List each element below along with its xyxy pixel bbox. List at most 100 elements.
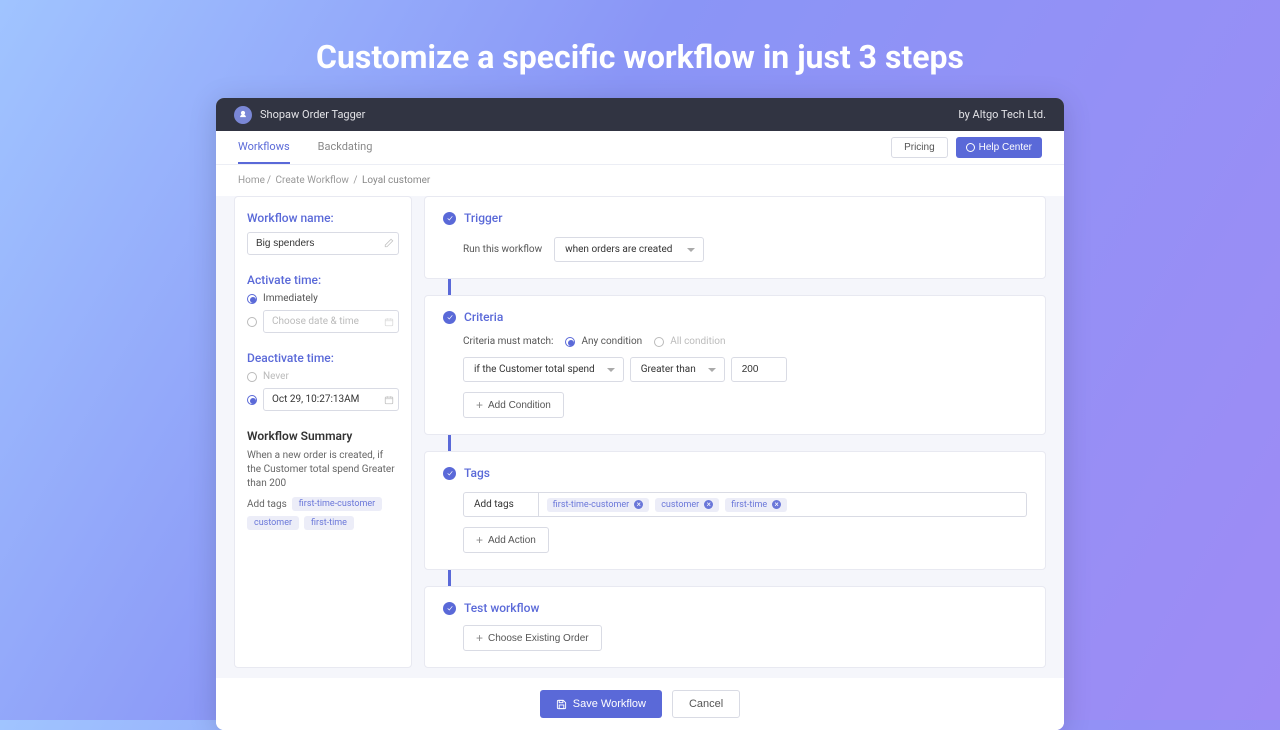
pricing-button[interactable]: Pricing bbox=[891, 137, 948, 158]
trigger-select-value: when orders are created bbox=[565, 244, 672, 255]
plus-icon: + bbox=[476, 632, 483, 644]
app-name: Shopaw Order Tagger bbox=[260, 108, 365, 121]
chevron-down-icon bbox=[607, 368, 615, 372]
app-logo-wrap: Shopaw Order Tagger bbox=[234, 106, 365, 124]
deactivate-never-label: Never bbox=[263, 371, 289, 382]
deactivate-never-radio[interactable]: Never bbox=[247, 371, 399, 382]
tag-pill: first-time × bbox=[725, 498, 787, 512]
workflow-summary-text: When a new order is created, if the Cust… bbox=[247, 449, 399, 491]
activate-immediately-radio[interactable]: Immediately bbox=[247, 293, 399, 304]
trigger-section: Trigger Run this workflow when orders ar… bbox=[424, 196, 1046, 279]
app-header: Shopaw Order Tagger by Altgo Tech Ltd. bbox=[216, 98, 1064, 131]
add-condition-label: Add Condition bbox=[488, 400, 551, 411]
breadcrumb-home[interactable]: Home bbox=[238, 175, 265, 186]
deactivate-time-label: Deactivate time: bbox=[247, 351, 399, 365]
deactivate-date-input[interactable]: Oct 29, 10:27:13AM bbox=[263, 388, 399, 411]
check-icon bbox=[443, 602, 456, 615]
summary-tag: customer bbox=[247, 516, 299, 530]
breadcrumb-create[interactable]: Create Workflow bbox=[276, 175, 349, 186]
trigger-select[interactable]: when orders are created bbox=[554, 237, 704, 262]
plus-icon: + bbox=[476, 399, 483, 411]
condition-field-select[interactable]: if the Customer total spend bbox=[463, 357, 624, 382]
workflow-summary-title: Workflow Summary bbox=[247, 429, 399, 443]
activate-immediately-label: Immediately bbox=[263, 293, 318, 304]
radio-icon bbox=[247, 372, 257, 382]
calendar-icon bbox=[384, 317, 394, 327]
condition-value-input[interactable] bbox=[731, 357, 787, 382]
plus-icon: + bbox=[476, 534, 483, 546]
main: Trigger Run this workflow when orders ar… bbox=[424, 196, 1046, 668]
criteria-title: Criteria bbox=[464, 310, 503, 324]
cancel-button[interactable]: Cancel bbox=[672, 690, 740, 718]
test-section: Test workflow + Choose Existing Order bbox=[424, 586, 1046, 668]
help-center-label: Help Center bbox=[979, 142, 1032, 153]
breadcrumb-current: Loyal customer bbox=[362, 175, 430, 186]
tags-title: Tags bbox=[464, 466, 490, 480]
tag-remove-icon[interactable]: × bbox=[704, 500, 713, 509]
match-all-radio[interactable]: All condition bbox=[654, 336, 725, 347]
deactivate-scheduled-radio[interactable] bbox=[247, 395, 257, 405]
match-any-radio[interactable]: Any condition bbox=[565, 336, 642, 347]
connector bbox=[448, 570, 451, 586]
match-any-label: Any condition bbox=[581, 336, 642, 347]
tag-label: first-time-customer bbox=[553, 500, 629, 510]
condition-field-value: if the Customer total spend bbox=[474, 364, 595, 375]
tag-remove-icon[interactable]: × bbox=[772, 500, 781, 509]
nav-tabs: Workflows Backdating bbox=[238, 131, 372, 164]
edit-icon bbox=[384, 238, 394, 248]
radio-icon bbox=[654, 337, 664, 347]
check-icon bbox=[443, 467, 456, 480]
tags-input[interactable]: first-time-customer × customer × first-t… bbox=[539, 492, 1027, 517]
connector bbox=[448, 435, 451, 451]
radio-icon bbox=[565, 337, 575, 347]
save-workflow-label: Save Workflow bbox=[573, 698, 646, 710]
tag-label: customer bbox=[661, 500, 699, 510]
nav-row: Workflows Backdating Pricing Help Center bbox=[216, 131, 1064, 165]
tags-action-value: Add tags bbox=[474, 499, 514, 510]
tags-section: Tags Add tags first-time-customer × bbox=[424, 451, 1046, 570]
nav-tab-workflows[interactable]: Workflows bbox=[238, 131, 290, 164]
tag-pill: customer × bbox=[655, 498, 719, 512]
help-icon bbox=[966, 143, 975, 152]
tag-pill: first-time-customer × bbox=[547, 498, 649, 512]
activate-date-input[interactable]: Choose date & time bbox=[263, 310, 399, 333]
chevron-down-icon bbox=[708, 368, 716, 372]
connector bbox=[448, 279, 451, 295]
add-action-button[interactable]: + Add Action bbox=[463, 527, 549, 553]
nav-tab-backdating[interactable]: Backdating bbox=[318, 131, 373, 164]
check-icon bbox=[443, 311, 456, 324]
criteria-section: Criteria Criteria must match: Any condit… bbox=[424, 295, 1046, 435]
add-condition-button[interactable]: + Add Condition bbox=[463, 392, 564, 418]
content: Workflow name: Activate time: Immediatel… bbox=[216, 196, 1064, 678]
tag-label: first-time bbox=[731, 500, 767, 510]
sidebar: Workflow name: Activate time: Immediatel… bbox=[234, 196, 412, 668]
choose-order-label: Choose Existing Order bbox=[488, 633, 589, 644]
check-icon bbox=[443, 212, 456, 225]
workflow-summary-tags: Add tags first-time-customer customer fi… bbox=[247, 497, 399, 530]
save-workflow-button[interactable]: Save Workflow bbox=[540, 690, 662, 718]
workflow-name-input[interactable] bbox=[247, 232, 399, 255]
tag-remove-icon[interactable]: × bbox=[634, 500, 643, 509]
app-window: Shopaw Order Tagger by Altgo Tech Ltd. W… bbox=[216, 98, 1064, 730]
criteria-match-label: Criteria must match: bbox=[463, 336, 553, 347]
condition-operator-select[interactable]: Greater than bbox=[630, 357, 725, 382]
radio-icon bbox=[247, 294, 257, 304]
calendar-icon bbox=[384, 395, 394, 405]
footer: Save Workflow Cancel bbox=[216, 678, 1064, 730]
hero-title: Customize a specific workflow in just 3 … bbox=[0, 38, 1280, 76]
breadcrumb: Home/ Create Workflow / Loyal customer bbox=[216, 165, 1064, 196]
condition-operator-value: Greater than bbox=[641, 364, 696, 375]
summary-add-tags-label: Add tags bbox=[247, 499, 287, 510]
add-action-label: Add Action bbox=[488, 535, 536, 546]
match-all-label: All condition bbox=[670, 336, 725, 347]
summary-tag: first-time-customer bbox=[292, 497, 382, 511]
trigger-label: Run this workflow bbox=[463, 244, 542, 255]
activate-time-label: Activate time: bbox=[247, 273, 399, 287]
activate-scheduled-radio[interactable] bbox=[247, 317, 257, 327]
nav-actions: Pricing Help Center bbox=[891, 137, 1042, 158]
test-title: Test workflow bbox=[464, 601, 539, 615]
choose-existing-order-button[interactable]: + Choose Existing Order bbox=[463, 625, 602, 651]
tags-action-select[interactable]: Add tags bbox=[463, 492, 539, 517]
chevron-down-icon bbox=[687, 248, 695, 252]
help-center-button[interactable]: Help Center bbox=[956, 137, 1042, 158]
